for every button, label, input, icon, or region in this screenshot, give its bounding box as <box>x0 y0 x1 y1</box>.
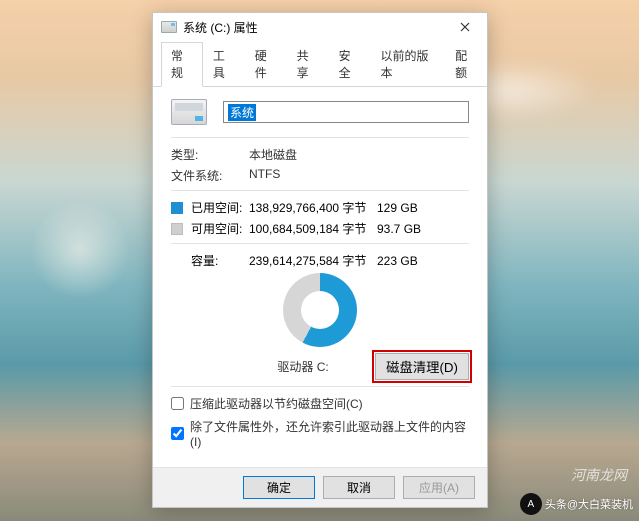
type-value: 本地磁盘 <box>249 146 297 163</box>
titlebar: 系统 (C:) 属性 <box>153 13 487 41</box>
free-space-row: 可用空间: 100,684,509,184 字节 93.7 GB <box>171 220 469 237</box>
tab-quota[interactable]: 配额 <box>445 42 487 87</box>
separator <box>171 386 469 387</box>
capacity-bytes: 239,614,275,584 字节 <box>249 252 377 269</box>
used-gb: 129 GB <box>377 201 418 215</box>
used-space-row: 已用空间: 138,929,766,400 字节 129 GB <box>171 199 469 216</box>
free-label: 可用空间: <box>191 220 249 237</box>
cancel-button[interactable]: 取消 <box>323 476 395 499</box>
watermark-site: 河南龙网 <box>571 465 627 485</box>
used-bytes: 138,929,766,400 字节 <box>249 199 377 216</box>
tab-security[interactable]: 安全 <box>329 42 371 87</box>
drive-name-label: 驱动器 C: <box>171 358 375 375</box>
tab-sharing[interactable]: 共享 <box>287 42 329 87</box>
compress-checkbox-row[interactable]: 压缩此驱动器以节约磁盘空间(C) <box>171 395 469 412</box>
volume-name-value: 系统 <box>228 104 256 121</box>
usage-donut-chart <box>283 273 357 347</box>
close-button[interactable] <box>445 14 485 40</box>
capacity-row: 容量: 239,614,275,584 字节 223 GB <box>191 252 469 269</box>
separator <box>171 137 469 138</box>
close-icon <box>460 22 470 32</box>
compress-checkbox-label: 压缩此驱动器以节约磁盘空间(C) <box>190 395 363 412</box>
index-checkbox-row[interactable]: 除了文件属性外，还允许索引此驱动器上文件的内容(I) <box>171 418 469 449</box>
tab-content-general: 系统 类型: 本地磁盘 文件系统: NTFS 已用空间: 138,929,766… <box>153 87 487 467</box>
disk-cleanup-button[interactable]: 磁盘清理(D) <box>375 353 469 380</box>
used-swatch-icon <box>171 202 183 214</box>
separator <box>171 190 469 191</box>
watermark-source: A 头条@大白菜装机 <box>520 493 633 515</box>
free-swatch-icon <box>171 223 183 235</box>
index-checkbox[interactable] <box>171 427 184 440</box>
filesystem-label: 文件系统: <box>171 167 249 184</box>
avatar-icon: A <box>520 493 542 515</box>
tab-previous[interactable]: 以前的版本 <box>370 42 445 87</box>
tab-general[interactable]: 常规 <box>161 42 203 87</box>
filesystem-value: NTFS <box>249 167 280 184</box>
tab-strip: 常规 工具 硬件 共享 安全 以前的版本 配额 <box>153 41 487 87</box>
window-title: 系统 (C:) 属性 <box>183 19 445 36</box>
watermark-source-text: 头条@大白菜装机 <box>545 496 633 512</box>
tab-hardware[interactable]: 硬件 <box>245 42 287 87</box>
ok-button[interactable]: 确定 <box>243 476 315 499</box>
wallpaper-sun <box>30 200 130 300</box>
capacity-label: 容量: <box>191 252 249 269</box>
compress-checkbox[interactable] <box>171 397 184 410</box>
free-gb: 93.7 GB <box>377 222 421 236</box>
used-label: 已用空间: <box>191 199 249 216</box>
capacity-gb: 223 GB <box>377 254 418 268</box>
free-bytes: 100,684,509,184 字节 <box>249 220 377 237</box>
drive-large-icon <box>171 99 207 125</box>
separator <box>171 243 469 244</box>
index-checkbox-label: 除了文件属性外，还允许索引此驱动器上文件的内容(I) <box>190 418 469 449</box>
apply-button[interactable]: 应用(A) <box>403 476 475 499</box>
tab-tools[interactable]: 工具 <box>203 42 245 87</box>
properties-dialog: 系统 (C:) 属性 常规 工具 硬件 共享 安全 以前的版本 配额 系统 类型… <box>152 12 488 508</box>
volume-name-input[interactable]: 系统 <box>223 101 469 123</box>
dialog-footer: 确定 取消 应用(A) <box>153 467 487 507</box>
type-label: 类型: <box>171 146 249 163</box>
drive-icon <box>161 21 177 33</box>
